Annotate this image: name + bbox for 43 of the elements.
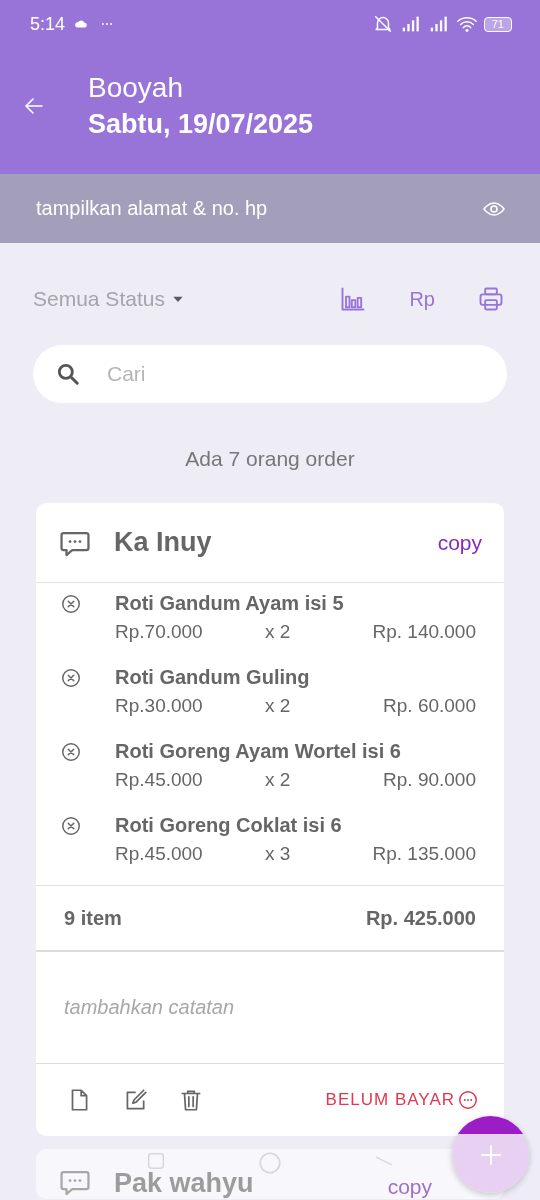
currency-button[interactable]: Rp: [409, 287, 435, 311]
item-price: Rp.45.000: [115, 768, 204, 792]
battery-indicator: 71: [483, 16, 512, 32]
item-subtotal: Rp. 135.000: [372, 842, 476, 866]
item-price: Rp.70.000: [115, 620, 204, 644]
copy-link[interactable]: copy: [387, 1175, 432, 1199]
clock-time: 5:14: [30, 13, 66, 35]
item-name: Roti Goreng Coklat isi 6: [115, 813, 343, 838]
item-name: Roti Goreng Ayam Wortel isi 6: [115, 739, 402, 764]
page-title: Booyah: [88, 71, 184, 105]
remove-icon[interactable]: [60, 593, 82, 615]
item-quantity: x 3: [265, 842, 292, 866]
item-price: Rp.45.000: [115, 842, 204, 866]
address-toggle-label: tampilkan alamat & no. hp: [36, 197, 268, 220]
address-toggle-bar[interactable]: tampilkan alamat & no. hp: [0, 174, 540, 243]
item-quantity: x 2: [265, 768, 292, 792]
remove-icon[interactable]: [60, 667, 82, 689]
item-subtotal: Rp. 60.000: [383, 694, 476, 718]
item-name: Roti Gandum Ayam isi 5: [115, 591, 345, 616]
order-count-text: Ada 7 orang order: [184, 446, 356, 472]
add-button[interactable]: [452, 1116, 529, 1193]
search-icon: [55, 361, 81, 387]
more-circle-icon: [457, 1089, 479, 1111]
search-bar[interactable]: Cari: [33, 345, 507, 403]
date-subtitle: Sabtu, 19/07/2025: [88, 108, 314, 141]
copy-link[interactable]: copy: [437, 530, 482, 555]
customer-name: Ka Inuy: [114, 527, 213, 558]
search-field[interactable]: Cari: [105, 361, 485, 387]
item-price: Rp.30.000: [115, 694, 204, 718]
trash-icon[interactable]: [178, 1087, 204, 1113]
item-subtotal: Rp. 140.000: [372, 620, 476, 644]
item-name: Roti Gandum Guling: [115, 665, 311, 690]
item-subtotal: Rp. 90.000: [383, 768, 476, 792]
order-total: Rp. 425.000: [365, 906, 476, 930]
customer-name: Pak wahyu: [114, 1168, 255, 1199]
item-count: 9 item: [64, 906, 122, 930]
status-filter-dropdown[interactable]: Semua Status: [33, 287, 185, 311]
item-quantity: x 2: [265, 620, 292, 644]
remove-icon[interactable]: [60, 741, 82, 763]
payment-status-button[interactable]: BELUM BAYAR: [325, 1089, 479, 1111]
remove-icon[interactable]: [60, 815, 82, 837]
item-quantity: x 2: [265, 694, 292, 718]
print-icon[interactable]: [477, 285, 505, 313]
